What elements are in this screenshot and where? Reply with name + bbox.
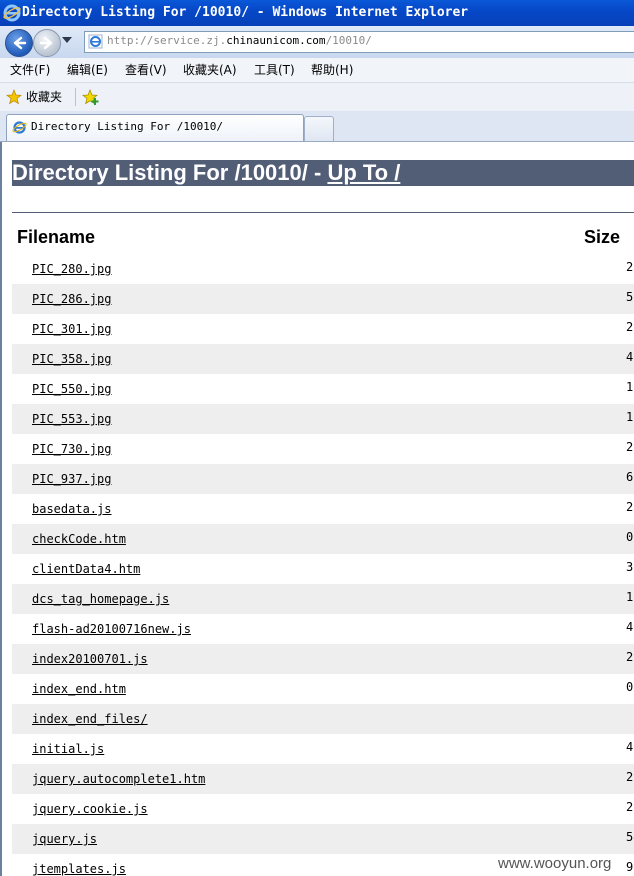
table-row: PIC_730.jpg 2 xyxy=(12,434,634,464)
file-link[interactable]: PIC_550.jpg xyxy=(32,382,111,396)
file-link[interactable]: jtemplates.js xyxy=(32,862,126,876)
table-row: PIC_553.jpg 12 xyxy=(12,404,634,434)
file-size: 0 xyxy=(626,530,634,544)
menu-bar: 文件(F) 编辑(E) 查看(V) 收藏夹(A) 工具(T) 帮助(H) xyxy=(0,58,634,83)
table-row: index_end_files/ xyxy=(12,704,634,734)
file-link[interactable]: PIC_358.jpg xyxy=(32,352,111,366)
file-link[interactable]: index20100701.js xyxy=(32,652,148,666)
back-button[interactable] xyxy=(5,29,33,57)
add-favorite-icon[interactable] xyxy=(82,88,100,106)
heading-divider xyxy=(12,212,634,213)
table-row: PIC_280.jpg 2 xyxy=(12,254,634,284)
file-size: 2 xyxy=(626,260,634,274)
table-row: PIC_286.jpg 5 xyxy=(12,284,634,314)
file-size: 12 xyxy=(626,410,634,424)
file-link[interactable]: basedata.js xyxy=(32,502,111,516)
table-row: PIC_550.jpg 12 xyxy=(12,374,634,404)
file-link[interactable]: dcs_tag_homepage.js xyxy=(32,592,169,606)
file-size: 2 xyxy=(626,800,634,814)
page-content: Directory Listing For /10010/ - Up To / … xyxy=(0,142,634,876)
file-size: 2 xyxy=(626,500,634,514)
file-link[interactable]: PIC_553.jpg xyxy=(32,412,111,426)
file-link[interactable]: PIC_286.jpg xyxy=(32,292,111,306)
file-size: 0 xyxy=(626,680,634,694)
file-link[interactable]: initial.js xyxy=(32,742,104,756)
menu-edit[interactable]: 编辑(E) xyxy=(67,58,108,82)
back-arrow-icon xyxy=(13,36,27,50)
file-link[interactable]: flash-ad20100716new.js xyxy=(32,622,191,636)
file-link[interactable]: jquery.cookie.js xyxy=(32,802,148,816)
file-link[interactable]: index_end.htm xyxy=(32,682,126,696)
forward-arrow-icon xyxy=(39,36,53,50)
file-link[interactable]: PIC_280.jpg xyxy=(32,262,111,276)
file-list: PIC_280.jpg 2 PIC_286.jpg 5 PIC_301.jpg 2 PIC_… xyxy=(12,254,634,876)
table-row: basedata.js 2 xyxy=(12,494,634,524)
tab-label: Directory Listing For /10010/ xyxy=(31,120,224,133)
table-row: PIC_301.jpg 2 xyxy=(12,314,634,344)
file-link[interactable]: PIC_937.jpg xyxy=(32,472,111,486)
menu-file[interactable]: 文件(F) xyxy=(10,58,50,82)
watermark: www.wooyun.org xyxy=(498,855,612,872)
table-row: dcs_tag_homepage.js 16 xyxy=(12,584,634,614)
favorites-bar: 收藏夹 xyxy=(0,83,634,111)
history-dropdown-icon[interactable] xyxy=(62,37,72,43)
forward-button[interactable] xyxy=(33,29,61,57)
file-size: 2 xyxy=(626,440,634,454)
file-size: 22 xyxy=(626,650,634,664)
favorites-separator xyxy=(75,88,76,106)
table-row: PIC_358.jpg 4 xyxy=(12,344,634,374)
table-row: index_end.htm 0 xyxy=(12,674,634,704)
table-row: jquery.autocomplete1.htm 28 xyxy=(12,764,634,794)
file-size: 12 xyxy=(626,380,634,394)
file-size: 5 xyxy=(626,290,634,304)
file-size: 9 xyxy=(626,860,634,874)
tab-directory-listing[interactable]: Directory Listing For /10010/ xyxy=(6,114,304,141)
table-row: jquery.js 54 xyxy=(12,824,634,854)
file-size: 54 xyxy=(626,830,634,844)
ie-logo-icon xyxy=(3,4,21,22)
favorites-button[interactable]: 收藏夹 xyxy=(26,83,62,111)
heading-text: Directory Listing For /10010/ - xyxy=(12,160,328,185)
file-size: 32 xyxy=(626,560,634,574)
page-heading: Directory Listing For /10010/ - Up To / xyxy=(12,160,634,186)
file-link[interactable]: clientData4.htm xyxy=(32,562,140,576)
file-size: 6 xyxy=(626,470,634,484)
table-row: PIC_937.jpg 6 xyxy=(12,464,634,494)
menu-view[interactable]: 查看(V) xyxy=(125,58,167,82)
menu-help[interactable]: 帮助(H) xyxy=(311,58,353,82)
file-size: 2 xyxy=(626,320,634,334)
window-titlebar: Directory Listing For /10010/ - Windows … xyxy=(0,0,634,26)
tab-row: Directory Listing For /10010/ xyxy=(0,111,634,142)
table-row: initial.js 4 xyxy=(12,734,634,764)
table-row: checkCode.htm 0 xyxy=(12,524,634,554)
ie-page-icon xyxy=(88,34,103,49)
up-to-root-link[interactable]: Up To / xyxy=(327,160,400,185)
file-link[interactable]: PIC_730.jpg xyxy=(32,442,111,456)
url-text[interactable]: http://service.zj.chinaunicom.com/10010/ xyxy=(107,34,372,47)
table-row: index20100701.js 22 xyxy=(12,644,634,674)
navigation-bar: http://service.zj.chinaunicom.com/10010/ xyxy=(0,26,634,58)
column-header-filename: Filename xyxy=(17,227,96,247)
file-link[interactable]: index_end_files/ xyxy=(32,712,148,726)
address-bar[interactable]: http://service.zj.chinaunicom.com/10010/ xyxy=(84,31,634,53)
file-link[interactable]: PIC_301.jpg xyxy=(32,322,111,336)
file-link[interactable]: checkCode.htm xyxy=(32,532,126,546)
menu-tools[interactable]: 工具(T) xyxy=(254,58,295,82)
window-title: Directory Listing For /10010/ - Windows … xyxy=(22,5,469,20)
new-tab-button[interactable] xyxy=(304,116,334,141)
file-size: 4 xyxy=(626,620,634,634)
file-size: 4 xyxy=(626,350,634,364)
menu-favorites[interactable]: 收藏夹(A) xyxy=(183,58,237,82)
table-row: flash-ad20100716new.js 4 xyxy=(12,614,634,644)
file-size: 16 xyxy=(626,590,634,604)
file-size: 28 xyxy=(626,770,634,784)
table-row: clientData4.htm 32 xyxy=(12,554,634,584)
star-icon xyxy=(6,89,22,105)
ie-page-icon xyxy=(12,121,27,134)
file-link[interactable]: jquery.autocomplete1.htm xyxy=(32,772,205,786)
column-header-size: Size xyxy=(584,227,621,247)
file-link[interactable]: jquery.js xyxy=(32,832,97,846)
file-size: 4 xyxy=(626,740,634,754)
table-row: jquery.cookie.js 2 xyxy=(12,794,634,824)
